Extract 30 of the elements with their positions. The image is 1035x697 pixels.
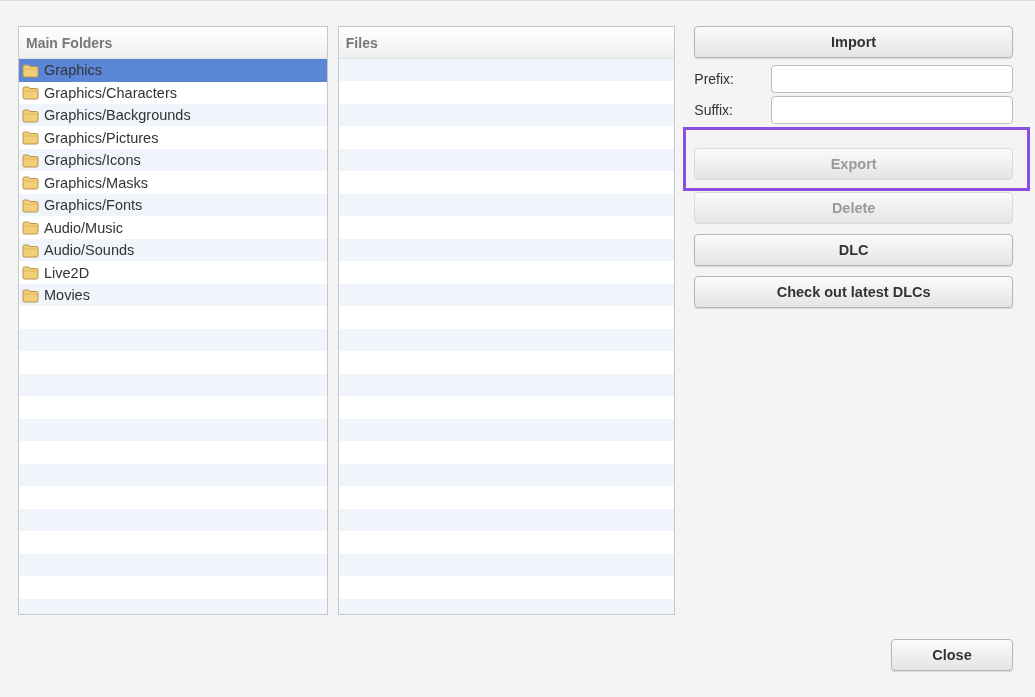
action-button[interactable]: Check out latest DLCs — [694, 276, 1013, 308]
folder-item[interactable]: Audio/Music — [19, 216, 327, 239]
field-label: Prefix: — [694, 71, 735, 87]
folder-item[interactable]: Graphics/Icons — [19, 149, 327, 172]
close-button[interactable]: Close — [891, 639, 1013, 671]
folder-item[interactable]: Live2D — [19, 261, 327, 284]
folder-icon — [22, 242, 39, 258]
import-button[interactable]: Import — [694, 26, 1013, 58]
folder-icon — [22, 107, 39, 123]
folder-icon — [22, 85, 39, 101]
folder-item[interactable]: Graphics/Masks — [19, 171, 327, 194]
folder-icon — [22, 197, 39, 213]
folder-item[interactable]: Graphics/Backgrounds — [19, 104, 327, 127]
field-label: Suffix: — [694, 102, 734, 118]
folder-icon — [22, 175, 39, 191]
folder-item[interactable]: Movies — [19, 284, 327, 307]
folder-icon — [22, 62, 39, 78]
folder-item[interactable]: Graphics/Fonts — [19, 194, 327, 217]
folder-icon — [22, 287, 39, 303]
folder-icon — [22, 130, 39, 146]
text-input-field[interactable] — [771, 65, 1013, 93]
folder-item[interactable]: Graphics/Characters — [19, 81, 327, 104]
folder-item[interactable]: Graphics — [19, 59, 327, 82]
text-input-field[interactable] — [771, 96, 1013, 124]
action-button[interactable]: DLC — [694, 234, 1013, 266]
folder-icon — [22, 220, 39, 236]
folder-icon — [22, 152, 39, 168]
folder-item[interactable]: Audio/Sounds — [19, 239, 327, 262]
folder-icon — [22, 265, 39, 281]
folder-item[interactable]: Graphics/Pictures — [19, 126, 327, 149]
